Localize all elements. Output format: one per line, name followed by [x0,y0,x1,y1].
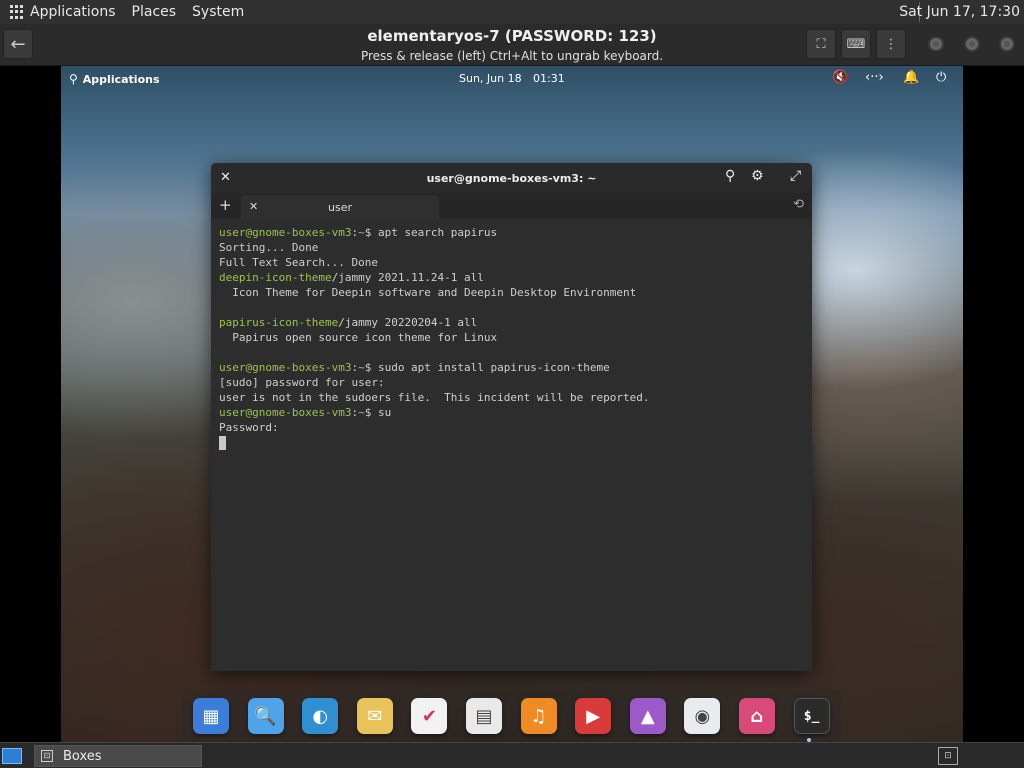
dock-calendar-icon[interactable]: ▤ [466,698,502,734]
terminal-text: Papirus open source icon theme for Linux [219,331,498,344]
guest-desktop[interactable]: ⚲ Applications Sun, Jun 18 01:31 🔇 ‹··› … [61,66,963,742]
terminal-text: user@gnome-boxes-vm3 [219,406,352,419]
boxes-header-bar: ← elementaryos-7 (PASSWORD: 123) Press &… [0,24,1024,66]
dock-terminal-icon[interactable]: $_ [793,698,830,734]
guest-applications-menu[interactable]: ⚲ Applications [69,72,160,86]
terminal-line: Sorting... Done [219,240,804,255]
dock-mail-icon[interactable]: ✉ [356,698,393,734]
terminal-text: ~ [358,406,365,419]
guest-date[interactable]: Sun, Jun 18 [459,72,522,85]
terminal-titlebar[interactable]: ✕ user@gnome-boxes-vm3: ~ ⚲ ⚙ ⤢ [211,163,812,193]
text-cursor [219,436,226,450]
terminal-line: papirus-icon-theme/jammy 20220204-1 all [219,315,804,330]
terminal-line: Full Text Search... Done [219,255,804,270]
terminal-text: [sudo] password for user: [219,376,385,389]
dock-videos-icon[interactable]: ▶ [575,698,612,734]
history-icon[interactable]: ⟲ [793,197,804,212]
terminal-line: Icon Theme for Deepin software and Deepi… [219,285,804,300]
close-button[interactable] [999,36,1015,52]
guest-applications-label: Applications [82,72,160,86]
menu-dots-icon[interactable]: ⋮ [876,29,906,59]
terminal-text: deepin-icon-theme [219,271,332,284]
menu-places[interactable]: Places [132,4,177,20]
guest-time[interactable]: 01:31 [533,72,565,85]
terminal-text: Full Text Search... Done [219,256,378,269]
terminal-tab[interactable]: ✕ user [241,195,439,219]
host-top-panel: Applications Places System Sat Jun 17, 1… [0,0,1024,24]
search-icon[interactable]: ⚲ [725,168,735,184]
terminal-text: user@gnome-boxes-vm3 [219,226,352,239]
unmaximize-icon[interactable]: ⤢ [790,168,801,184]
terminal-text: $ su [364,406,392,419]
workspace-switcher-icon[interactable]: ⊡ [938,747,958,765]
guest-top-panel: ⚲ Applications Sun, Jun 18 01:31 🔇 ‹··› … [61,66,963,92]
network-icon[interactable]: ‹··› [865,70,884,85]
terminal-line: Papirus open source icon theme for Linux [219,330,804,345]
terminal-text: ~ [358,226,365,239]
dock-photos-icon[interactable]: ▲ [629,698,666,734]
dock: ▦ 🔍 ◐ ✉ ✔ ▤ ♫ ▶ ▲ ◉ ⌂ $_ [182,690,842,742]
terminal-output[interactable]: user@gnome-boxes-vm3:~$ apt search papir… [219,225,804,450]
terminal-line: Password: [219,420,804,435]
keyboard-icon[interactable]: ⌨ [841,29,871,59]
dock-music-icon[interactable]: ♫ [520,698,557,734]
dock-tasks-icon[interactable]: ✔ [411,698,448,734]
terminal-text: /jammy 2021.11.24-1 all [331,271,484,284]
muted-speaker-icon[interactable]: 🔇 [832,70,848,85]
terminal-text: $ sudo apt install papirus-icon-theme [364,361,610,374]
fullscreen-icon[interactable]: ⛶ [806,29,836,59]
dock-web-browser-icon[interactable]: ◐ [302,698,339,734]
terminal-text: Password: [219,421,279,434]
maximize-button[interactable] [964,36,980,52]
show-desktop-icon[interactable] [2,748,22,764]
terminal-text: papirus-icon-theme [219,316,339,329]
terminal-tabbar: + ✕ user ⟲ [211,193,812,219]
new-tab-icon[interactable]: + [219,196,232,214]
dock-multitasking-view-icon[interactable]: ▦ [193,698,229,734]
menu-applications[interactable]: Applications [30,4,116,20]
terminal-text: user is not in the sudoers file. This in… [219,391,650,404]
taskbar-label: Boxes [63,748,102,764]
power-icon[interactable]: ⏻ [936,70,946,85]
terminal-text: Sorting... Done [219,241,319,254]
terminal-line: user is not in the sudoers file. This in… [219,390,804,405]
terminal-line: user@gnome-boxes-vm3:~$ sudo apt install… [219,360,804,375]
menu-system[interactable]: System [192,4,244,20]
cursor-line [219,435,804,450]
terminal-text: $ apt search papirus [364,226,498,239]
terminal-window[interactable]: ✕ user@gnome-boxes-vm3: ~ ⚲ ⚙ ⤢ + ✕ user… [211,163,812,671]
dock-appcenter-icon[interactable]: ⌂ [739,698,775,734]
tab-label: user [328,201,352,214]
taskbar-boxes[interactable]: ⊡ Boxes [34,745,202,767]
gear-icon[interactable]: ⚙ [751,168,764,184]
notification-bell-icon[interactable]: 🔔 [903,70,919,85]
boxes-app-icon: ⊡ [41,750,53,762]
terminal-line: user@gnome-boxes-vm3:~$ su [219,405,804,420]
apps-grid-icon[interactable] [10,5,24,19]
minimize-button[interactable] [928,36,944,52]
host-clock[interactable]: Sat Jun 17, 17:30 [899,4,1020,20]
terminal-text: Icon Theme for Deepin software and Deepi… [219,286,637,299]
dock-settings-icon[interactable]: ◉ [684,698,721,734]
terminal-title: user@gnome-boxes-vm3: ~ [426,172,597,185]
terminal-line: [sudo] password for user: [219,375,804,390]
terminal-line: deepin-icon-theme/jammy 2021.11.24-1 all [219,270,804,285]
search-icon: ⚲ [69,72,78,86]
host-bottom-panel: ⊡ Boxes ⊡ [0,742,1024,768]
terminal-line: user@gnome-boxes-vm3:~$ apt search papir… [219,225,804,240]
terminal-text: user@gnome-boxes-vm3 [219,361,352,374]
dock-files-icon[interactable]: 🔍 [247,698,284,734]
terminal-text: /jammy 20220204-1 all [338,316,478,329]
terminal-text: ~ [358,361,365,374]
